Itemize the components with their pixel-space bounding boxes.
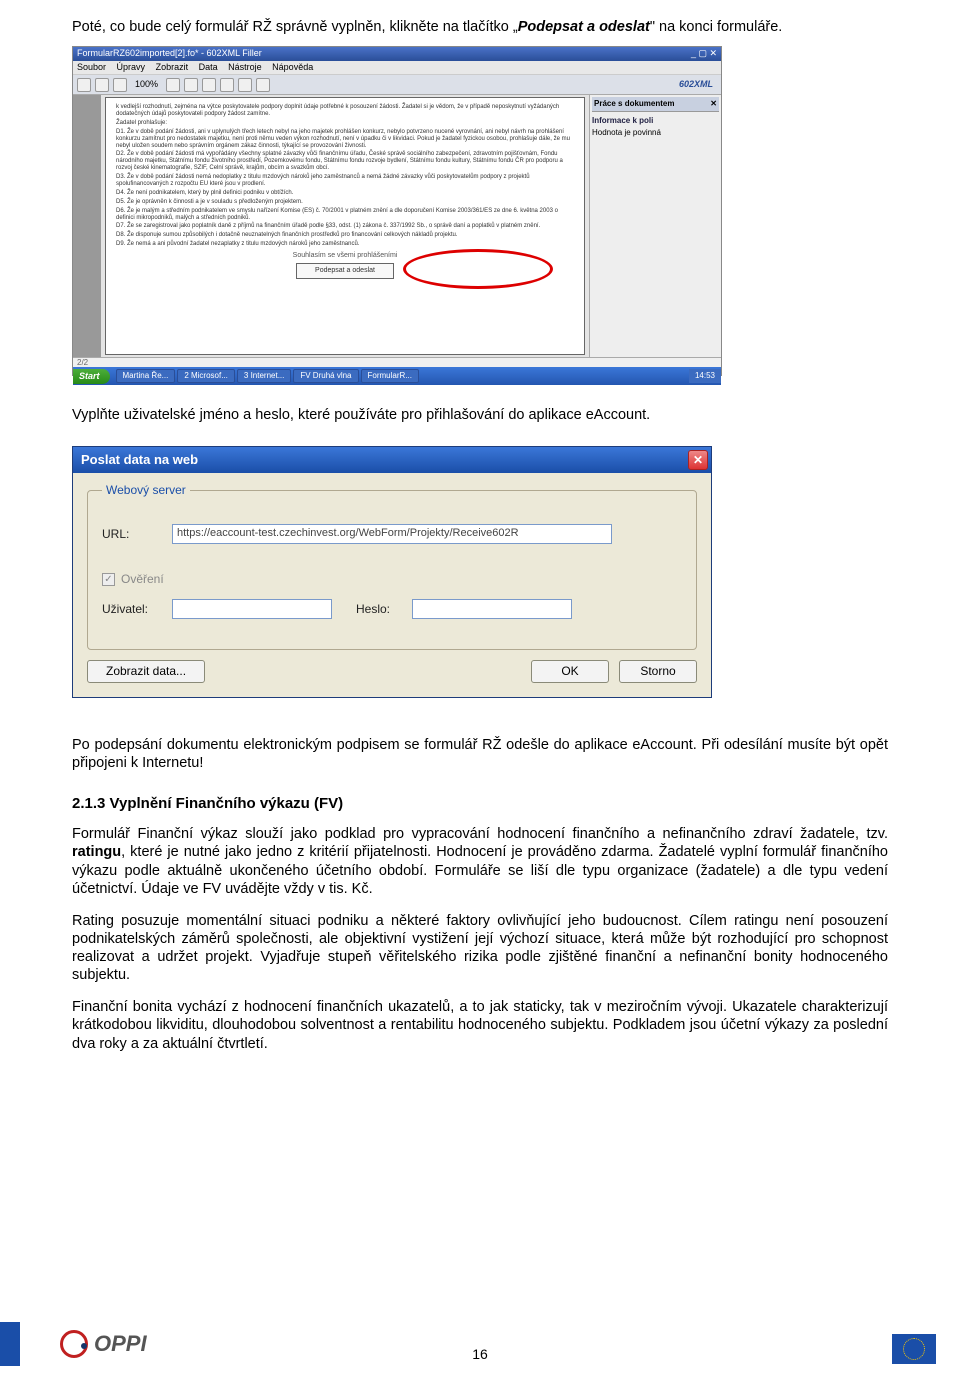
toolbar-button[interactable] xyxy=(184,78,198,92)
password-label: Heslo: xyxy=(356,602,412,617)
doc-line: D1. Že v době podání žádosti, ani v uply… xyxy=(116,129,574,150)
webserver-fieldset: Webový server URL: https://eaccount-test… xyxy=(87,483,697,650)
zoom-level[interactable]: 100% xyxy=(135,79,158,90)
form-page: k vedlejší rozhodnutí, zejména na výtce … xyxy=(105,97,585,355)
credentials-row: Uživatel: Heslo: xyxy=(102,599,682,619)
verify-label: Ověření xyxy=(121,572,164,587)
doc-line: k vedlejší rozhodnutí, zejména na výtce … xyxy=(116,104,574,118)
user-label: Uživatel: xyxy=(102,602,172,617)
password-input[interactable] xyxy=(412,599,572,619)
side-section-header: Informace k poli xyxy=(592,116,719,126)
close-icon[interactable]: ✕ xyxy=(688,450,708,470)
oppi-mark-icon xyxy=(60,1330,88,1358)
taskbar-item[interactable]: Martina Ře... xyxy=(116,369,176,383)
show-data-button[interactable]: Zobrazit data... xyxy=(87,660,205,683)
doc-line: D7. Že se zaregistroval jako poplatník d… xyxy=(116,223,574,230)
body-paragraph-1: Formulář Finanční výkaz slouží jako podk… xyxy=(72,825,888,898)
eu-stars-icon xyxy=(903,1338,925,1360)
toolbar-button[interactable] xyxy=(95,78,109,92)
taskbar-item[interactable]: FV Druhá vlna xyxy=(293,369,358,383)
oppi-logo: OPPI xyxy=(60,1330,147,1358)
user-input[interactable] xyxy=(172,599,332,619)
toolbar-button[interactable] xyxy=(202,78,216,92)
fieldset-legend: Webový server xyxy=(102,483,190,498)
statusbar: 2/2 xyxy=(73,357,721,367)
toolbar-button[interactable] xyxy=(220,78,234,92)
toolbar: 100% 602XML xyxy=(73,75,721,95)
side-panel: Práce s dokumentem ✕ Informace k poli Ho… xyxy=(589,95,721,357)
agree-checkbox-label[interactable]: Souhlasím se všemi prohlášeními xyxy=(116,252,574,260)
page-footer: OPPI 16 xyxy=(0,1322,960,1366)
verify-checkbox: ✓ xyxy=(102,573,115,586)
start-button[interactable]: Start xyxy=(73,369,110,384)
p1-pre: Formulář Finanční výkaz slouží jako podk… xyxy=(72,826,888,842)
doc-line: Žadatel prohlašuje: xyxy=(116,120,574,127)
window-titlebar: FormularRZ602imported[2].fo* - 602XML Fi… xyxy=(73,47,721,61)
side-panel-title: Práce s dokumentem xyxy=(594,99,674,109)
toolbar-button[interactable] xyxy=(256,78,270,92)
eu-flag-icon xyxy=(892,1334,936,1364)
toolbar-button[interactable] xyxy=(238,78,252,92)
doc-line: D6. Že je malým a středním podnikatelem … xyxy=(116,208,574,222)
menu-item[interactable]: Nápověda xyxy=(272,62,313,72)
section-heading: 2.1.3 Vyplnění Finančního výkazu (FV) xyxy=(72,795,888,814)
intro-text: Poté, co bude celý formulář RŽ správně v… xyxy=(72,19,518,35)
intro-text-tail: " na konci formuláře. xyxy=(650,19,782,35)
ok-button[interactable]: OK xyxy=(531,660,609,683)
toolbar-button[interactable] xyxy=(77,78,91,92)
intro-button-name: Podepsat a odeslat xyxy=(518,19,650,35)
doc-line: D5. Že je oprávněn k činnosti a je v sou… xyxy=(116,199,574,206)
doc-line: D4. Že není podnikatelem, který by plnil… xyxy=(116,190,574,197)
url-label: URL: xyxy=(102,527,172,542)
taskbar: Start Martina Ře... 2 Microsof... 3 Inte… xyxy=(73,367,721,385)
dialog-title: Poslat data na web xyxy=(81,452,198,468)
p1-bold: ratingu xyxy=(72,844,121,860)
doc-line: D2. Že v době podání žádosti má vypořádá… xyxy=(116,151,574,172)
sign-and-send-button[interactable]: Podepsat a odeslat xyxy=(296,263,394,279)
toolbar-button[interactable] xyxy=(166,78,180,92)
verify-checkbox-row: ✓ Ověření xyxy=(102,572,682,587)
side-info-text: Hodnota je povinná xyxy=(592,128,719,138)
url-row: URL: https://eaccount-test.czechinvest.o… xyxy=(102,524,682,544)
menu-item[interactable]: Soubor xyxy=(77,62,106,72)
taskbar-item[interactable]: 2 Microsof... xyxy=(177,369,235,383)
menubar[interactable]: Soubor Úpravy Zobrazit Data Nástroje Náp… xyxy=(73,61,721,75)
doc-line: D9. Že nemá a ani původní žadatel nezapl… xyxy=(116,241,574,248)
menu-item[interactable]: Zobrazit xyxy=(156,62,189,72)
cancel-button[interactable]: Storno xyxy=(619,660,697,683)
send-data-dialog: Poslat data na web ✕ Webový server URL: … xyxy=(72,446,712,698)
menu-item[interactable]: Data xyxy=(199,62,218,72)
left-gutter xyxy=(73,95,101,357)
page-indicator: 2/2 xyxy=(77,358,88,367)
dialog-titlebar: Poslat data na web ✕ xyxy=(73,447,711,473)
p1-post: , které je nutné jako jedno z kritérií p… xyxy=(72,844,888,896)
window-title: FormularRZ602imported[2].fo* - 602XML Fi… xyxy=(77,48,262,60)
taskbar-clock: 14:53 xyxy=(689,369,721,383)
oppi-text: OPPI xyxy=(94,1331,147,1357)
screenshot-form-filler: FormularRZ602imported[2].fo* - 602XML Fi… xyxy=(72,46,722,376)
doc-line: D3. Že v době podání žádosti nemá nedopl… xyxy=(116,174,574,188)
dialog-button-row: Zobrazit data... OK Storno xyxy=(87,660,697,683)
toolbar-button[interactable] xyxy=(113,78,127,92)
footer-stripe xyxy=(0,1322,20,1366)
taskbar-item[interactable]: FormularR... xyxy=(361,369,419,383)
menu-item[interactable]: Úpravy xyxy=(117,62,146,72)
intro-paragraph-2: Vyplňte uživatelské jméno a heslo, které… xyxy=(72,406,888,424)
intro-paragraph-1: Poté, co bude celý formulář RŽ správně v… xyxy=(72,18,888,36)
page-number: 16 xyxy=(472,1346,488,1362)
taskbar-item[interactable]: 3 Internet... xyxy=(237,369,291,383)
url-input[interactable]: https://eaccount-test.czechinvest.org/We… xyxy=(172,524,612,544)
body-paragraph-3: Finanční bonita vychází z hodnocení fina… xyxy=(72,998,888,1052)
window-controls: _ ▢ ✕ xyxy=(691,48,717,60)
body-paragraph-2: Rating posuzuje momentální situaci podni… xyxy=(72,912,888,985)
close-icon[interactable]: ✕ xyxy=(710,99,717,109)
doc-line: D8. Že disponuje sumou způsobilých i dot… xyxy=(116,232,574,239)
intro-paragraph-3: Po podepsání dokumentu elektronickým pod… xyxy=(72,736,888,772)
app-logo: 602XML xyxy=(679,79,717,90)
menu-item[interactable]: Nástroje xyxy=(228,62,262,72)
